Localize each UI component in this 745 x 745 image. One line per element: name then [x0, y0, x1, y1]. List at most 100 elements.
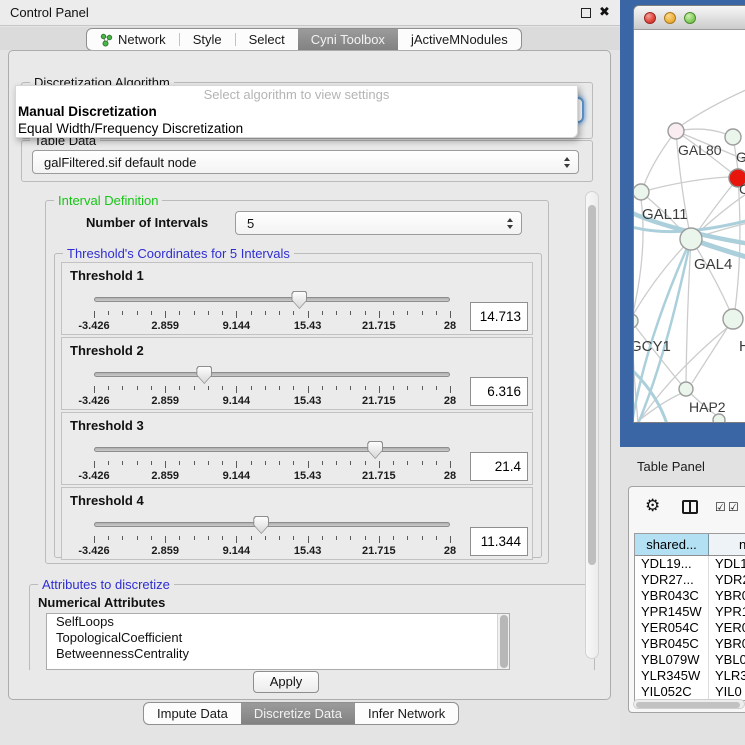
- table-row[interactable]: YBR045CYBR0: [635, 636, 745, 652]
- table-data-group: Table Data galFiltered.sif default node: [21, 140, 593, 182]
- number-of-intervals-combobox[interactable]: 5: [235, 211, 522, 235]
- table-cell[interactable]: YPR1: [709, 604, 745, 620]
- zoom-traffic-light-icon[interactable]: [684, 12, 696, 24]
- threshold-slider[interactable]: -3.4262.8599.14415.4321.71528: [94, 515, 450, 559]
- network-node[interactable]: [679, 382, 693, 396]
- threshold-slider[interactable]: -3.4262.8599.14415.4321.71528: [94, 290, 450, 334]
- group-title: Attributes to discretize: [38, 577, 174, 592]
- list-item[interactable]: BetweennessCentrality: [47, 646, 509, 662]
- apply-button[interactable]: Apply: [253, 671, 319, 693]
- tab-infer-network[interactable]: Infer Network: [355, 703, 458, 724]
- list-scrollbar[interactable]: [497, 614, 509, 669]
- table-row[interactable]: YIL052CYIL0: [635, 684, 745, 700]
- slider-track[interactable]: [94, 372, 450, 377]
- table-row[interactable]: YBR043CYBR0: [635, 588, 745, 604]
- table-cell[interactable]: YLR345W: [635, 668, 709, 684]
- network-node[interactable]: [680, 228, 702, 250]
- network-node[interactable]: [725, 129, 741, 145]
- threshold-slider[interactable]: -3.4262.8599.14415.4321.71528: [94, 365, 450, 409]
- slider-track[interactable]: [94, 447, 450, 452]
- table-cell[interactable]: YBR0: [709, 588, 745, 604]
- tab-discretize-data[interactable]: Discretize Data: [241, 703, 355, 724]
- network-node[interactable]: [723, 309, 743, 329]
- table-cell[interactable]: YIL0: [709, 684, 745, 700]
- table-cell[interactable]: YBR043C: [635, 588, 709, 604]
- checkbox-icon[interactable]: ☑: [715, 500, 726, 514]
- column-header[interactable]: shared...: [635, 534, 709, 555]
- network-node[interactable]: [668, 123, 684, 139]
- gear-icon[interactable]: ⚙: [645, 496, 660, 516]
- threshold-label: Threshold 3: [70, 418, 144, 433]
- slider-track[interactable]: [94, 297, 450, 302]
- scrollbar-thumb[interactable]: [636, 702, 740, 708]
- tick-label: 15.43: [294, 320, 322, 332]
- tab-impute-data[interactable]: Impute Data: [144, 703, 241, 724]
- table-cell[interactable]: YER0: [709, 620, 745, 636]
- tab-cyni-toolbox[interactable]: Cyni Toolbox: [298, 29, 398, 50]
- table-cell[interactable]: YBL0: [709, 652, 745, 668]
- table-row[interactable]: YPR145WYPR1: [635, 604, 745, 620]
- table-cell[interactable]: YPR145W: [635, 604, 709, 620]
- slider-thumb[interactable]: [367, 441, 383, 459]
- slider-thumb[interactable]: [196, 366, 212, 384]
- float-window-icon[interactable]: [581, 8, 591, 18]
- scrollbar-thumb[interactable]: [500, 615, 508, 668]
- slider-track[interactable]: [94, 522, 450, 527]
- list-item[interactable]: TopologicalCoefficient: [47, 630, 509, 646]
- network-graph-canvas[interactable]: GAL80GCGAL11GAL4GCY1HHAP2: [634, 31, 745, 423]
- threshold-slider[interactable]: -3.4262.8599.14415.4321.71528: [94, 440, 450, 484]
- scrollbar-thumb[interactable]: [588, 205, 596, 565]
- list-item[interactable]: SelfLoops: [47, 614, 509, 630]
- table-horizontal-scrollbar[interactable]: [633, 699, 745, 709]
- table-cell[interactable]: YER054C: [635, 620, 709, 636]
- dropdown-option[interactable]: Equal Width/Frequency Discretization: [16, 120, 577, 137]
- split-columns-icon[interactable]: [682, 500, 698, 514]
- tick-label: 15.43: [294, 545, 322, 557]
- threshold-value-field[interactable]: 11.344: [470, 527, 528, 556]
- tab-jactivemnodules[interactable]: jActiveMNodules: [398, 29, 521, 50]
- threshold-value-field[interactable]: 21.4: [470, 452, 528, 481]
- close-icon[interactable]: ✖: [599, 4, 610, 22]
- threshold-value-field[interactable]: 6.316: [470, 377, 528, 406]
- table-row[interactable]: YBL079WYBL0: [635, 652, 745, 668]
- table-cell[interactable]: YDR2: [709, 572, 745, 588]
- table-cell[interactable]: YIL052C: [635, 684, 709, 700]
- network-node[interactable]: [634, 184, 649, 200]
- minimize-traffic-light-icon[interactable]: [664, 12, 676, 24]
- algorithm-dropdown-popup: Select algorithm to view settings Manual…: [15, 85, 578, 138]
- table-cell[interactable]: YLR3: [709, 668, 745, 684]
- checkbox-icon[interactable]: ☑: [728, 500, 739, 514]
- numerical-attributes-list[interactable]: SelfLoopsTopologicalCoefficientBetweenne…: [46, 613, 510, 670]
- tab-network[interactable]: Network: [87, 29, 179, 50]
- table-cell[interactable]: YDR27...: [635, 572, 709, 588]
- table-cell[interactable]: YBL079W: [635, 652, 709, 668]
- network-edge[interactable]: [682, 89, 745, 125]
- dropdown-option[interactable]: Manual Discretization: [16, 103, 577, 120]
- close-traffic-light-icon[interactable]: [644, 12, 656, 24]
- table-cell[interactable]: YDL1: [709, 556, 745, 572]
- threshold-label: Threshold 4: [70, 493, 144, 508]
- network-edge-highlighted[interactable]: [634, 369, 667, 423]
- column-header[interactable]: na: [709, 534, 745, 555]
- table-cell[interactable]: YDL19...: [635, 556, 709, 572]
- slider-thumb[interactable]: [253, 516, 269, 534]
- group-title: Interval Definition: [54, 193, 162, 208]
- threshold-value-field[interactable]: 14.713: [470, 302, 528, 331]
- table-row[interactable]: YLR345WYLR3: [635, 668, 745, 684]
- tab-style[interactable]: Style: [180, 29, 235, 50]
- network-edge[interactable]: [641, 177, 729, 192]
- table-row[interactable]: YER054CYER0: [635, 620, 745, 636]
- tab-select[interactable]: Select: [236, 29, 298, 50]
- combobox-value: 5: [247, 216, 254, 231]
- table-cell[interactable]: YBR0: [709, 636, 745, 652]
- table-data-combobox[interactable]: galFiltered.sif default node: [32, 150, 579, 174]
- table-cell[interactable]: YBR045C: [635, 636, 709, 652]
- table-row[interactable]: YDL19...YDL1: [635, 556, 745, 572]
- table-row[interactable]: YDR27...YDR2: [635, 572, 745, 588]
- network-node[interactable]: [634, 314, 638, 328]
- tab-content-panel: Discretization Algorithm Select algorith…: [8, 50, 611, 700]
- slider-thumb[interactable]: [291, 291, 307, 309]
- network-edge[interactable]: [644, 131, 676, 185]
- content-scrollbar[interactable]: [585, 191, 599, 659]
- network-node[interactable]: [713, 414, 725, 423]
